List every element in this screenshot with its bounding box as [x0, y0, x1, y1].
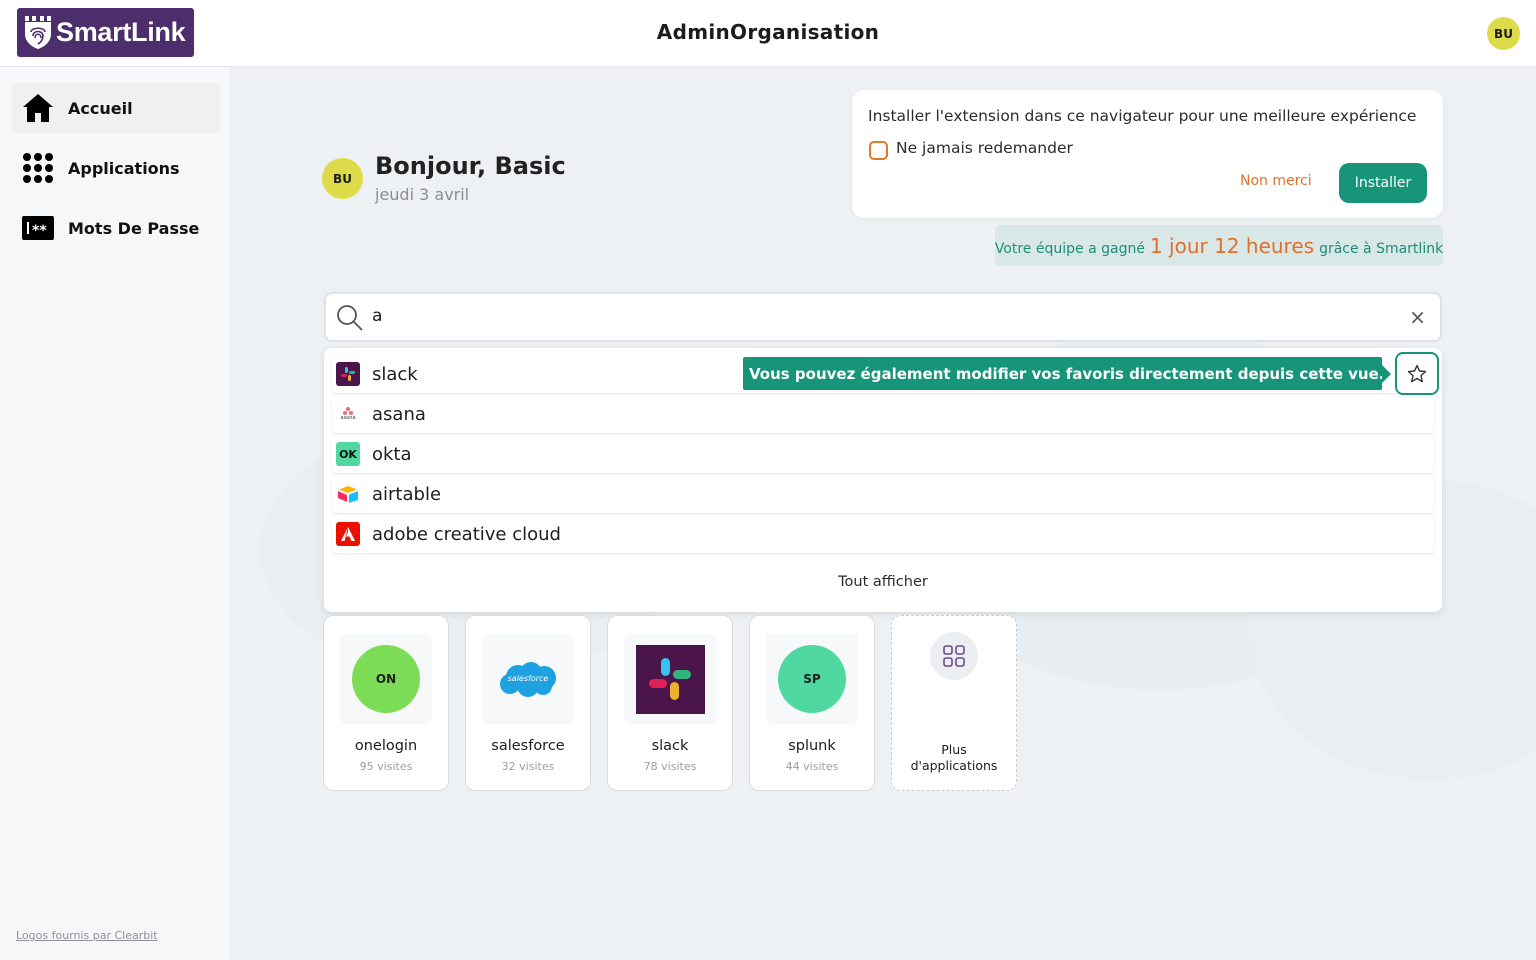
app-search-bar: ×	[324, 292, 1442, 342]
never-ask-label[interactable]: Ne jamais redemander	[896, 139, 1073, 157]
result-name: airtable	[372, 483, 442, 505]
tile-app-name: salesforce	[491, 738, 565, 754]
star-icon	[1407, 364, 1427, 382]
slack-logo-icon	[336, 362, 360, 386]
extension-prompt-card: Installer l'extension dans ce navigateur…	[852, 90, 1443, 218]
app-logo-box	[624, 634, 716, 724]
time-saved-suffix: grâce à Smartlink	[1319, 241, 1444, 257]
close-icon[interactable]: ×	[1409, 305, 1426, 329]
more-applications-line2: d'applications	[910, 758, 998, 773]
time-saved-amount: 1 jour 12 heures	[1149, 234, 1315, 258]
extension-prompt-text: Installer l'extension dans ce navigateur…	[868, 107, 1417, 125]
tile-app-name: slack	[651, 738, 689, 754]
svg-text:**: **	[32, 223, 47, 239]
favorite-tile-slack[interactable]: slack 78 visites	[607, 615, 733, 791]
greeting-avatar: BU	[322, 158, 363, 199]
sidebar-item-applications[interactable]: Applications	[12, 143, 220, 193]
password-icon: **	[22, 212, 54, 244]
install-button[interactable]: Installer	[1339, 163, 1427, 203]
salesforce-logo-text: salesforce	[507, 674, 549, 683]
tooltip-arrow	[1382, 365, 1391, 383]
tile-visit-count: 95 visites	[359, 760, 413, 773]
result-item-adobe-creative-cloud[interactable]: adobe creative cloud	[332, 515, 1434, 553]
result-name: asana	[372, 403, 426, 425]
result-name: slack	[372, 363, 418, 385]
sidebar-item-label: Applications	[68, 158, 180, 178]
apps-grid-icon	[930, 632, 978, 680]
tile-visit-count: 32 visites	[501, 760, 555, 773]
home-icon	[22, 92, 54, 124]
sidebar-item-mots-de-passe[interactable]: ** Mots De Passe	[12, 203, 220, 253]
onelogin-logo-badge: ON	[352, 645, 420, 713]
more-applications-label: Plus d'applications	[892, 742, 1016, 774]
greeting-date: jeudi 3 avril	[375, 185, 470, 204]
greeting-title: Bonjour, Basic	[375, 152, 566, 180]
more-applications-tile[interactable]: Plus d'applications	[891, 615, 1017, 791]
apps-grid-icon	[22, 152, 54, 184]
asana-logo-icon: asana	[336, 402, 360, 426]
tile-app-name: onelogin	[354, 738, 418, 754]
slack-logo	[635, 644, 705, 714]
tile-visit-count: 78 visites	[643, 760, 697, 773]
result-item-okta[interactable]: OK okta	[332, 435, 1434, 473]
sidebar-item-label: Mots De Passe	[68, 218, 200, 238]
search-input[interactable]	[372, 306, 1392, 326]
splunk-logo-badge: SP	[778, 645, 846, 713]
clearbit-credit-link[interactable]: Logos fournis par Clearbit	[16, 929, 158, 942]
app-logo-box: SP	[766, 634, 858, 724]
search-icon	[337, 305, 363, 331]
sidebar: Accueil Applications ** Mots De Passe Lo…	[0, 67, 231, 960]
tile-app-name: splunk	[788, 738, 836, 754]
decline-button[interactable]: Non merci	[1240, 173, 1312, 189]
favorite-tile-splunk[interactable]: SP splunk 44 visites	[749, 615, 875, 791]
favorite-tile-onelogin[interactable]: ON onelogin 95 visites	[323, 615, 449, 791]
asana-logo-text: asana	[340, 415, 356, 421]
organisation-title: AdminOrganisation	[656, 20, 880, 44]
sidebar-item-label: Accueil	[68, 98, 133, 118]
result-item-airtable[interactable]: airtable	[332, 475, 1434, 513]
favorite-tile-salesforce[interactable]: salesforce salesforce 32 visites	[465, 615, 591, 791]
result-name: okta	[372, 443, 412, 465]
top-header: SmartLink AdminOrganisation BU	[0, 0, 1536, 67]
airtable-logo-icon	[336, 482, 360, 506]
user-avatar[interactable]: BU	[1487, 17, 1520, 50]
adobe-logo-icon	[336, 522, 360, 546]
result-name: adobe creative cloud	[372, 523, 561, 545]
never-ask-checkbox[interactable]	[869, 141, 888, 160]
okta-logo-icon: OK	[336, 442, 360, 466]
more-applications-line1: Plus	[941, 742, 967, 757]
app-logo-box: ON	[340, 634, 432, 724]
salesforce-logo: salesforce	[498, 659, 558, 699]
favorites-tooltip: Vous pouvez également modifier vos favor…	[743, 357, 1384, 390]
favorite-star-button[interactable]	[1395, 352, 1439, 395]
result-item-asana[interactable]: asana asana	[332, 395, 1434, 433]
sidebar-item-accueil[interactable]: Accueil	[12, 83, 220, 133]
app-logo-box: salesforce	[482, 634, 574, 724]
tile-visit-count: 44 visites	[785, 760, 839, 773]
show-all-link[interactable]: Tout afficher	[324, 574, 1442, 590]
time-saved-prefix: Votre équipe a gagné	[994, 241, 1145, 257]
time-saved-banner: Votre équipe a gagné 1 jour 12 heures gr…	[995, 225, 1443, 266]
